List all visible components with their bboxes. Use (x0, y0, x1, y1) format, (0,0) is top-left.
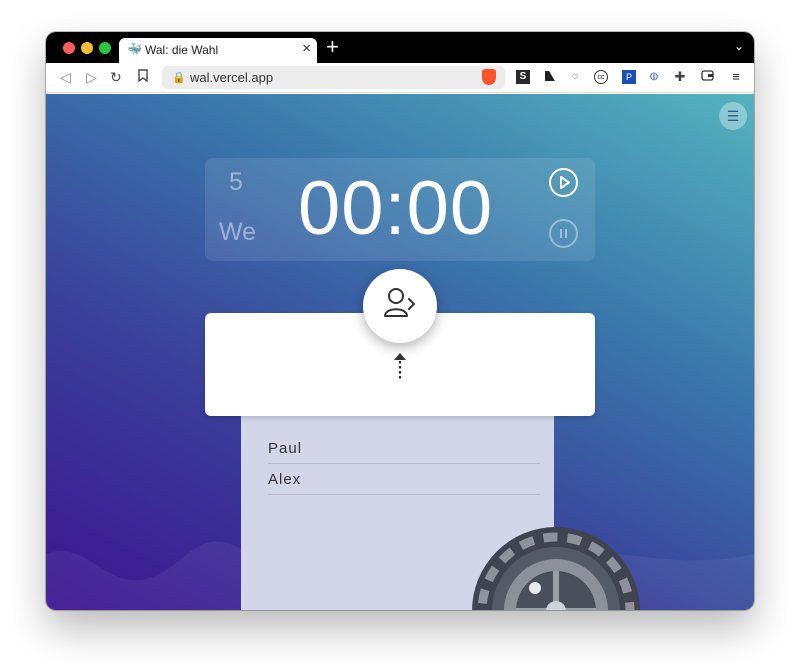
round-day: We (219, 218, 257, 246)
extension-notion-icon[interactable] (543, 70, 557, 84)
extension-s-icon[interactable]: S (516, 70, 530, 84)
person-next-icon (384, 288, 415, 317)
bookmark-icon[interactable] (138, 69, 148, 85)
browser-window: 🐳 Wal: die Wahl × + ⌄ ◁ ▷ ↻ 🔒 wal.vercel… (46, 32, 754, 610)
tab-title: Wal: die Wahl (145, 43, 219, 57)
app-page: ☰ 5 We 00:00 Paul Alex (46, 94, 754, 610)
extension-globe-icon[interactable]: ◍ (647, 70, 661, 84)
participant-name: Alex (268, 471, 302, 488)
reload-icon[interactable]: ↻ (110, 69, 122, 85)
pick-person-button[interactable] (363, 269, 437, 343)
play-icon (560, 176, 570, 189)
extension-blue-icon[interactable]: P (622, 70, 636, 84)
participant-name: Paul (268, 440, 303, 457)
extension-face-icon[interactable]: ◌ (568, 70, 582, 84)
list-item[interactable]: Alex (268, 464, 540, 495)
minimize-window-button[interactable] (81, 42, 93, 54)
list-item[interactable]: Paul (268, 433, 540, 464)
active-tab[interactable]: 🐳 Wal: die Wahl × (119, 38, 317, 63)
timer-panel: 5 We 00:00 (205, 158, 595, 261)
roulette-wheel-icon[interactable] (471, 526, 641, 610)
tab-list-chevron-icon[interactable]: ⌄ (734, 39, 744, 53)
brave-shield-icon[interactable] (482, 69, 496, 85)
pause-button[interactable] (549, 219, 578, 248)
hamburger-menu-icon[interactable]: ☰ (719, 102, 747, 130)
url-text: wal.vercel.app (190, 70, 274, 85)
lock-icon: 🔒 (172, 72, 186, 84)
play-button[interactable] (549, 168, 578, 197)
browser-menu-icon[interactable]: ≡ (729, 70, 743, 84)
dotted-up-arrow-icon (394, 353, 406, 380)
whale-favicon-icon: 🐳 (127, 42, 142, 56)
forward-arrow-icon[interactable]: ▷ (86, 69, 97, 85)
browser-toolbar: ◁ ▷ ↻ 🔒 wal.vercel.app S ◌ cc P ◍ ✚ ≡ (46, 63, 754, 93)
address-bar[interactable]: 🔒 wal.vercel.app (162, 66, 505, 89)
close-window-button[interactable] (63, 42, 75, 54)
extension-cc-icon[interactable]: cc (594, 70, 608, 84)
round-number: 5 (229, 168, 243, 196)
tab-close-icon[interactable]: × (302, 40, 311, 57)
timer-display: 00:00 (298, 166, 494, 251)
wallet-icon[interactable] (700, 70, 714, 84)
tab-bar: 🐳 Wal: die Wahl × + ⌄ (46, 32, 754, 63)
puzzle-extensions-icon[interactable]: ✚ (673, 70, 687, 84)
pause-icon (560, 229, 567, 238)
zoom-window-button[interactable] (99, 42, 111, 54)
new-tab-button[interactable]: + (326, 34, 339, 60)
back-arrow-icon[interactable]: ◁ (60, 69, 71, 85)
